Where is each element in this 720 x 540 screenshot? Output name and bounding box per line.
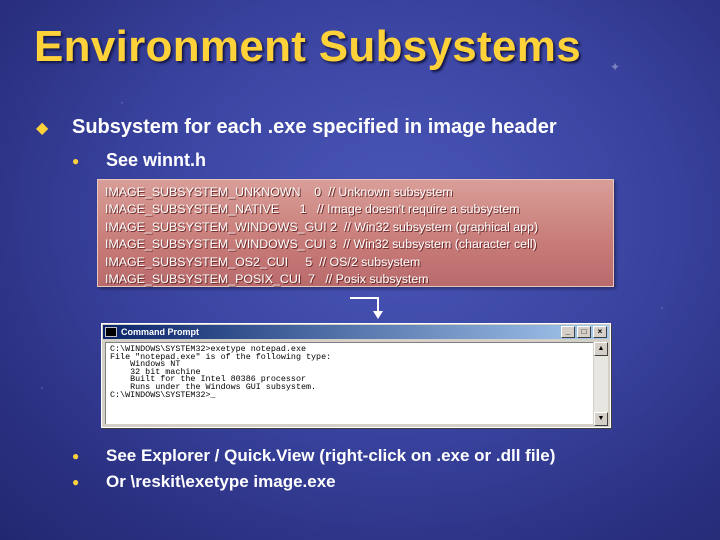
bullet-text: See Explorer / Quick.View (right-click o…	[106, 446, 556, 465]
round-bullet-icon: ●	[72, 449, 80, 463]
window-titlebar[interactable]: Command Prompt _ □ ×	[103, 325, 609, 339]
background-star: ·	[120, 95, 124, 109]
code-line: IMAGE_SUBSYSTEM_WINDOWS_CUI 3 // Win32 s…	[105, 237, 537, 252]
bullet-exetype: ● Or \reskit\exetype image.exe	[72, 472, 336, 492]
bullet-explorer: ● See Explorer / Quick.View (right-click…	[72, 446, 555, 466]
scroll-down-icon[interactable]: ▼	[594, 412, 608, 426]
diamond-bullet-icon: ◆	[36, 119, 49, 137]
console-line: File "notepad.exe" is of the following t…	[110, 351, 332, 362]
close-icon[interactable]: ×	[593, 326, 607, 338]
scroll-up-icon[interactable]: ▲	[594, 342, 608, 356]
maximize-icon[interactable]: □	[577, 326, 591, 338]
window-title: Command Prompt	[121, 327, 200, 337]
code-line: IMAGE_SUBSYSTEM_OS2_CUI 5 // OS/2 subsys…	[105, 254, 421, 269]
command-prompt-window[interactable]: Command Prompt _ □ × C:\WINDOWS\SYSTEM32…	[101, 323, 611, 428]
bullet-text: Subsystem for each .exe specified in ima…	[72, 116, 557, 138]
slide-title: Environment Subsystems	[34, 22, 581, 71]
bullet-text: Or \reskit\exetype image.exe	[106, 472, 336, 491]
sub-bullet-winnt: ● See winnt.h	[72, 150, 206, 171]
background-star: ·	[40, 380, 44, 394]
code-line: IMAGE_SUBSYSTEM_WINDOWS_GUI 2 // Win32 s…	[105, 219, 539, 234]
console-line: C:\WINDOWS\SYSTEM32>_	[110, 389, 216, 400]
vertical-scrollbar[interactable]: ▲ ▼	[594, 342, 608, 426]
bullet-subsystem: ◆ Subsystem for each .exe specified in i…	[36, 116, 557, 139]
background-star: ·	[660, 300, 664, 314]
console-output[interactable]: C:\WINDOWS\SYSTEM32>exetype notepad.exe …	[105, 342, 593, 424]
code-box: IMAGE_SUBSYSTEM_UNKNOWN 0 // Unknown sub…	[97, 179, 614, 287]
round-bullet-icon: ●	[72, 153, 80, 168]
code-line: IMAGE_SUBSYSTEM_UNKNOWN 0 // Unknown sub…	[105, 185, 453, 199]
sub-bullet-text: See winnt.h	[106, 150, 207, 170]
console-app-icon	[105, 327, 117, 337]
background-star: ✦	[610, 60, 621, 74]
code-line: IMAGE_SUBSYSTEM_POSIX_CUI 7 // Posix sub…	[105, 272, 429, 287]
code-line: IMAGE_SUBSYSTEM_NATIVE 1 // Image doesn'…	[105, 202, 520, 217]
down-arrow-icon	[350, 297, 383, 319]
round-bullet-icon: ●	[72, 475, 80, 489]
minimize-icon[interactable]: _	[561, 326, 575, 338]
